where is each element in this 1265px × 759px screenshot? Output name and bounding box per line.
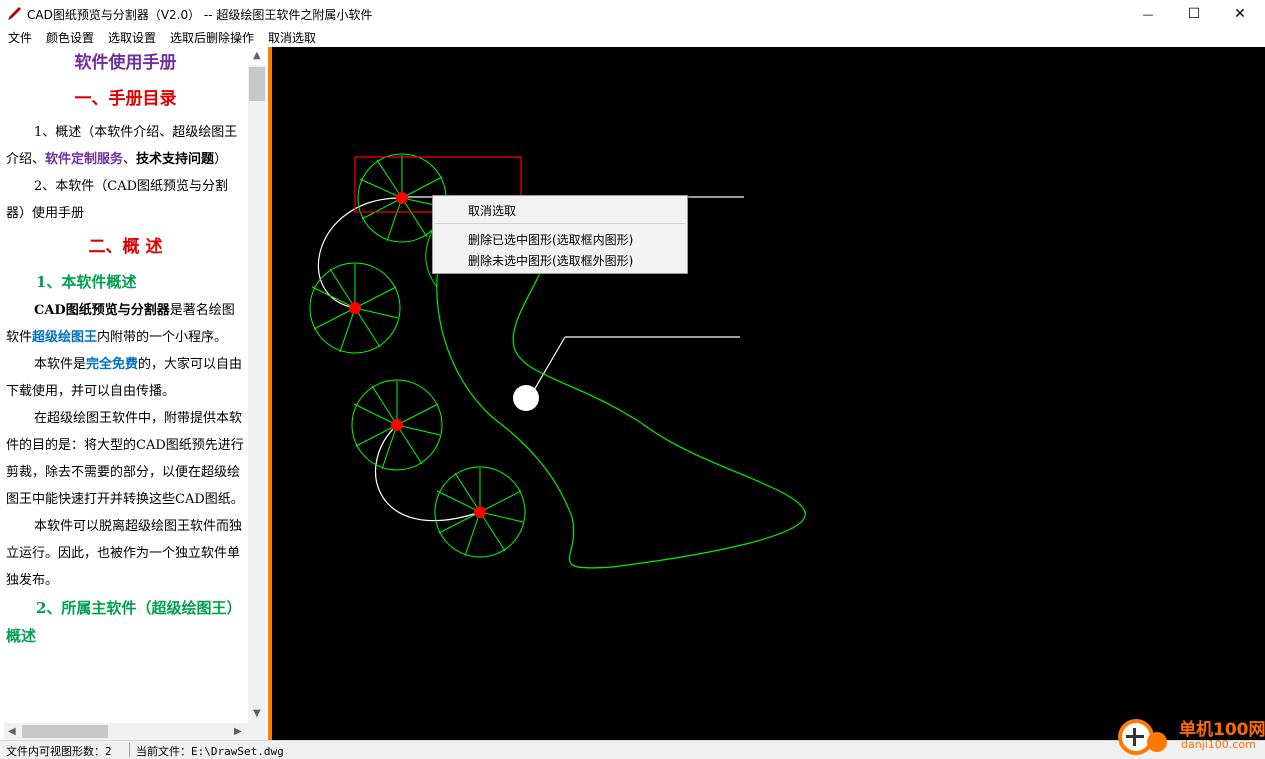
maximize-button[interactable]: ☐	[1171, 0, 1217, 28]
status-shape-count: 文件内可视图形数：2	[6, 745, 112, 758]
watermark-url: danji100.com	[1181, 738, 1256, 751]
watermark-logo: 单机100网 danji100.com	[1113, 712, 1265, 758]
toc-item-2: 2、本软件（CAD图纸预览与分割器）使用手册	[6, 179, 229, 221]
window-title: CAD图纸预览与分割器（V2.0） -- 超级绘图王软件之附属小软件	[27, 8, 373, 22]
white-arc-upper	[317, 197, 403, 309]
menu-delete-after-select[interactable]: 选取后删除操作	[170, 29, 254, 46]
white-arc-lower	[374, 424, 481, 522]
paragraph-free: 本软件是完全免费的，大家可以自由下载使用，并可以自由传播。	[6, 357, 243, 399]
ctx-delete-unselected[interactable]: 删除未选中图形(选取框外图形)	[468, 252, 633, 269]
menu-selection-settings[interactable]: 选取设置	[108, 29, 156, 46]
paragraph-standalone: 本软件可以脱离超级绘图王软件而独立运行。因此，也被作为一个独立软件单独发布。	[6, 519, 243, 588]
app-pencil-icon	[8, 7, 21, 20]
scroll-up-icon[interactable]: ▲	[253, 51, 261, 61]
ctx-delete-selected[interactable]: 删除已选中图形(选取框内图形)	[468, 231, 633, 248]
context-menu: 取消选取 删除已选中图形(选取框内图形) 删除未选中图形(选取框外图形)	[432, 195, 688, 274]
ctx-separator	[435, 223, 685, 224]
status-bar: 文件内可视图形数：2 当前文件：E:\DrawSet.dwg	[0, 740, 1265, 759]
close-button[interactable]: ✕	[1217, 0, 1263, 28]
close-icon: ✕	[1234, 6, 1246, 22]
subsection-heading-software: 1、本软件概述	[36, 273, 137, 291]
section-heading-toc: 一、手册目录	[74, 89, 177, 109]
menu-color-settings[interactable]: 颜色设置	[46, 29, 94, 46]
scroll-left-icon[interactable]: ◀	[8, 727, 16, 737]
watermark-brand: 单机100网	[1179, 720, 1265, 740]
cad-drawing	[309, 153, 806, 569]
maximize-icon: ☐	[1187, 6, 1201, 22]
white-leader-line-mid	[529, 336, 740, 398]
manual-title: 软件使用手册	[74, 53, 177, 73]
menu-file[interactable]: 文件	[8, 29, 32, 46]
cad-canvas[interactable]	[272, 47, 1265, 740]
toc-item-1: 1、概述（本软件介绍、超级绘图王介绍、软件定制服务、技术支持问题）	[6, 125, 238, 167]
tree-center-3	[391, 419, 403, 431]
scroll-down-icon[interactable]: ▼	[253, 709, 261, 719]
vertical-scroll-thumb[interactable]	[249, 67, 265, 101]
ctx-cancel-selection[interactable]: 取消选取	[468, 202, 516, 219]
minimize-button[interactable]: —	[1125, 0, 1171, 28]
tree-center-4	[474, 506, 486, 518]
subsection-heading-parent: 2、所属主软件（超级绘图王）概述	[6, 599, 242, 645]
minimize-icon: —	[1142, 7, 1154, 21]
link-custom-service[interactable]: 软件定制服务	[45, 152, 123, 167]
white-node	[513, 385, 539, 411]
paragraph-intro: CAD图纸预览与分割器是著名绘图软件超级绘图王内附带的一个小程序。	[6, 303, 235, 345]
title-bar: CAD图纸预览与分割器（V2.0） -- 超级绘图王软件之附属小软件 — ☐ ✕	[0, 0, 1265, 28]
menu-bar: 文件 颜色设置 选取设置 选取后删除操作 取消选取	[0, 28, 1265, 46]
status-divider	[129, 743, 130, 757]
manual-pane: 软件使用手册 一、手册目录 1、概述（本软件介绍、超级绘图王介绍、软件定制服务、…	[0, 47, 268, 741]
horizontal-scroll-thumb[interactable]	[22, 725, 108, 738]
tree-center-1	[396, 192, 408, 204]
menu-cancel-selection[interactable]: 取消选取	[268, 29, 316, 46]
paragraph-purpose: 在超级绘图王软件中，附带提供本软件的目的是：将大型的CAD图纸预先进行剪裁，除去…	[6, 411, 244, 507]
status-current-file: 当前文件：E:\DrawSet.dwg	[136, 745, 284, 758]
danji-logo-icon	[1118, 719, 1167, 755]
link-tech-support[interactable]: 技术支持问题	[136, 152, 214, 167]
tree-center-2	[349, 302, 361, 314]
vertical-scrollbar[interactable]	[248, 65, 266, 741]
manual-document[interactable]: 软件使用手册 一、手册目录 1、概述（本软件介绍、超级绘图王介绍、软件定制服务、…	[4, 47, 247, 723]
scroll-right-icon[interactable]: ▶	[234, 727, 242, 737]
section-heading-overview: 二、概 述	[88, 237, 163, 257]
